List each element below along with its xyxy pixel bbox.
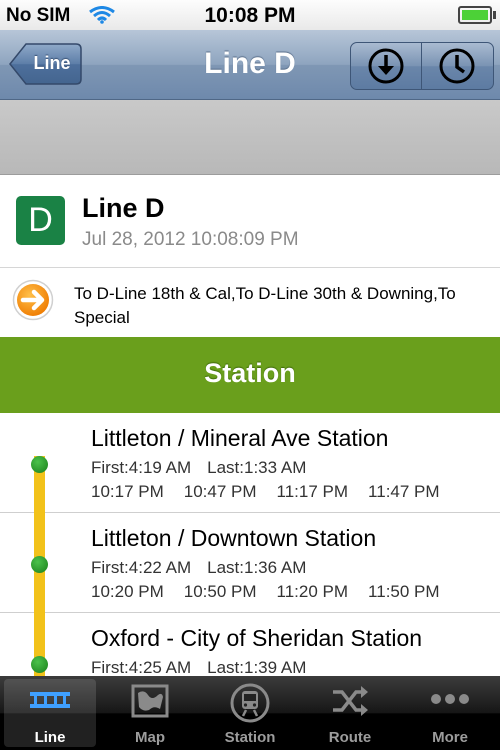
nav-segmented-control [350, 42, 494, 90]
departure-times: 10:17 PM 10:47 PM 11:17 PM 11:47 PM [91, 482, 460, 502]
tab-line[interactable]: Line [0, 676, 100, 750]
last-time: Last:1:33 AM [207, 458, 307, 477]
departure-time: 10:47 PM [183, 482, 257, 501]
station-row[interactable]: Littleton / Mineral Ave Station First:4:… [0, 413, 500, 513]
tab-route[interactable]: Route [300, 676, 400, 750]
destinations-text: To D-Line 18th & Cal,To D-Line 30th & Do… [74, 284, 456, 327]
station-row[interactable]: Oxford - City of Sheridan Station First:… [0, 613, 500, 676]
toolbar-strip [0, 100, 500, 175]
station-dot-icon [31, 556, 48, 573]
first-last-times: First:4:22 AM Last:1:36 AM [91, 558, 322, 578]
schedule-button[interactable] [422, 43, 492, 89]
line-badge: D [16, 196, 65, 245]
more-icon [430, 683, 470, 719]
station-header-label: Station [204, 358, 296, 388]
tab-label: More [432, 729, 468, 746]
tab-label: Line [34, 729, 66, 746]
departure-time: 11:47 PM [368, 482, 440, 501]
station-name: Littleton / Downtown Station [91, 525, 377, 551]
first-last-times: First:4:25 AM Last:1:39 AM [91, 658, 322, 676]
battery-icon [458, 6, 496, 24]
tab-bar: Line Map Station Route More [0, 676, 500, 750]
line-name: Line D [82, 193, 165, 223]
departure-time: 11:17 PM [276, 482, 349, 501]
station-name: Littleton / Mineral Ave Station [91, 425, 389, 451]
status-time: 10:08 PM [204, 4, 296, 27]
first-last-times: First:4:19 AM Last:1:33 AM [91, 458, 322, 478]
shuffle-icon [330, 683, 370, 719]
departure-times: 10:20 PM 10:50 PM 11:20 PM 11:50 PM [91, 582, 460, 602]
departure-time: 11:20 PM [276, 582, 349, 601]
station-dot-icon [31, 656, 48, 673]
navigation-bar: Line Line D [0, 30, 500, 100]
tab-label: Station [224, 729, 276, 746]
line-header: D Line D Jul 28, 2012 10:08:09 PM [0, 175, 500, 268]
departure-time: 10:20 PM [91, 582, 164, 601]
download-button[interactable] [351, 43, 422, 89]
first-time: First:4:22 AM [91, 558, 192, 577]
station-section-header: Station [0, 337, 500, 413]
map-icon [130, 683, 170, 719]
tab-more[interactable]: More [400, 676, 500, 750]
tab-label: Route [328, 729, 372, 746]
departure-time: 10:50 PM [183, 582, 257, 601]
first-time: First:4:25 AM [91, 658, 192, 676]
arrow-right-icon [12, 279, 54, 321]
station-row[interactable]: Littleton / Downtown Station First:4:22 … [0, 513, 500, 613]
train-icon [230, 683, 270, 723]
download-icon [368, 48, 404, 84]
status-bar: No SIM 10:08 PM [0, 0, 500, 30]
destination-row[interactable]: To D-Line 18th & Cal,To D-Line 30th & Do… [0, 268, 500, 336]
tab-station[interactable]: Station [200, 676, 300, 750]
departure-time: 10:17 PM [91, 482, 164, 501]
last-time: Last:1:36 AM [207, 558, 307, 577]
line-icon [30, 683, 70, 719]
tab-label: Map [135, 729, 165, 746]
clock-icon [439, 48, 475, 84]
station-dot-icon [31, 456, 48, 473]
station-list[interactable]: Littleton / Mineral Ave Station First:4:… [0, 413, 500, 676]
last-time: Last:1:39 AM [207, 658, 307, 676]
station-name: Oxford - City of Sheridan Station [91, 625, 423, 651]
tab-map[interactable]: Map [100, 676, 200, 750]
departure-time: 11:50 PM [368, 582, 440, 601]
first-time: First:4:19 AM [91, 458, 192, 477]
line-timestamp: Jul 28, 2012 10:08:09 PM [82, 229, 299, 250]
